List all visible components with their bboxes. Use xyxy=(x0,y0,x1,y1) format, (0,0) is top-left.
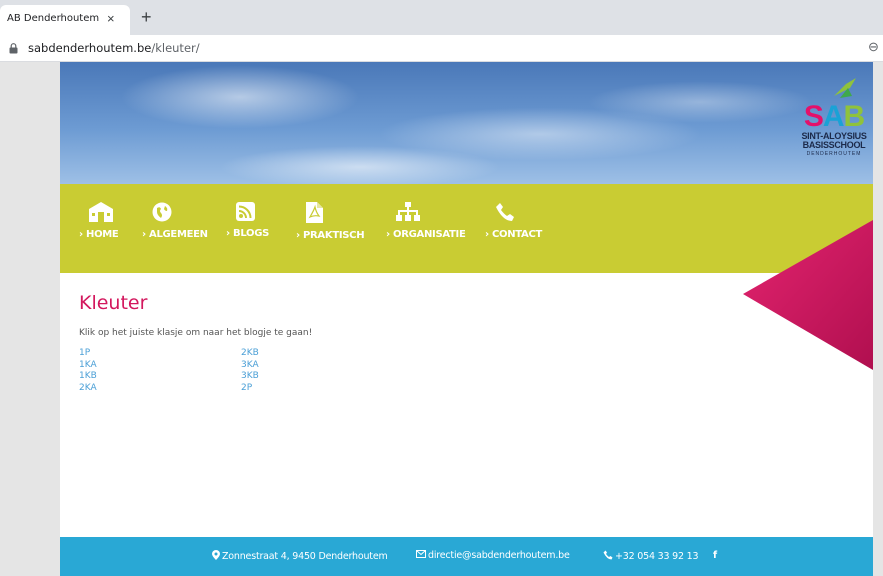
class-link-1kb[interactable]: 1KB xyxy=(79,371,97,383)
footer-email[interactable]: directie@sabdenderhoutem.be xyxy=(416,550,570,561)
sitemap-icon xyxy=(396,202,420,221)
page-title: Kleuter xyxy=(79,292,148,314)
intro-text: Klik op het juiste klasje om naar het bl… xyxy=(79,328,313,338)
footer-email-text: directie@sabdenderhoutem.be xyxy=(428,550,570,561)
logo-letter-a: A xyxy=(822,100,845,133)
school-logo[interactable]: SAB SINT-ALOYSIUS BASISSCHOOL DENDERHOUT… xyxy=(798,76,870,180)
footer-address[interactable]: Zonnestraat 4, 9450 Denderhoutem xyxy=(212,550,388,562)
zoom-icon[interactable]: ⊖ xyxy=(868,39,879,55)
class-link-3ka[interactable]: 3KA xyxy=(241,360,259,372)
class-links-column-1: 1P 1KA 1KB 2KA xyxy=(79,348,97,394)
logo-letter-b: B xyxy=(843,100,866,133)
address-bar[interactable]: sabdenderhoutem.be/kleuter/ ⊖ xyxy=(0,35,883,62)
nav-item-algemeen[interactable]: › ALGEMEEN xyxy=(142,202,208,240)
phone-icon xyxy=(603,550,613,560)
footer-phone-text: +32 054 33 92 13 xyxy=(615,551,699,562)
tab-close-icon[interactable]: × xyxy=(107,11,115,26)
url-host: sabdenderhoutem.be xyxy=(28,41,152,55)
nav-label-organisatie: › ORGANISATIE xyxy=(386,229,466,240)
logo-letters: SAB xyxy=(798,102,870,132)
rss-icon xyxy=(236,202,255,221)
envelope-icon xyxy=(416,550,426,558)
logo-letter-s: S xyxy=(803,100,824,133)
logo-line-3: DENDERHOUTEM xyxy=(806,151,862,157)
class-link-1p[interactable]: 1P xyxy=(79,348,97,360)
class-link-1ka[interactable]: 1KA xyxy=(79,360,97,372)
footer: Zonnestraat 4, 9450 Denderhoutem directi… xyxy=(60,537,873,576)
pink-triangle-decoration xyxy=(743,220,873,370)
web-page: SAB SINT-ALOYSIUS BASISSCHOOL DENDERHOUT… xyxy=(60,62,873,576)
class-link-2kb[interactable]: 2KB xyxy=(241,348,259,360)
nav-item-contact[interactable]: › CONTACT xyxy=(485,202,542,240)
nav-label-blogs: › BLOGS xyxy=(226,228,270,239)
hero-sky-banner: SAB SINT-ALOYSIUS BASISSCHOOL DENDERHOUT… xyxy=(60,62,873,184)
map-marker-icon xyxy=(212,550,220,560)
nav-label-home: › HOME xyxy=(79,229,119,240)
new-tab-icon[interactable]: + xyxy=(141,7,152,28)
globe-icon xyxy=(152,202,172,222)
footer-phone[interactable]: +32 054 33 92 13 xyxy=(603,550,699,562)
url-text[interactable]: sabdenderhoutem.be/kleuter/ xyxy=(28,41,200,55)
class-link-2p[interactable]: 2P xyxy=(241,383,259,395)
nav-item-organisatie[interactable]: › ORGANISATIE xyxy=(386,202,466,240)
url-path: /kleuter/ xyxy=(151,41,200,55)
facebook-icon[interactable]: f xyxy=(713,550,717,561)
nav-item-praktisch[interactable]: › PRAKTISCH xyxy=(296,202,365,241)
nav-label-contact: › CONTACT xyxy=(485,229,543,240)
class-link-3kb[interactable]: 3KB xyxy=(241,371,259,383)
browser-tab[interactable]: AB Denderhoutem × xyxy=(0,5,130,35)
nav-label-algemeen: › ALGEMEEN xyxy=(142,229,208,240)
tab-title: AB Denderhoutem xyxy=(7,13,100,24)
class-link-2ka[interactable]: 2KA xyxy=(79,383,97,395)
class-links-column-2: 2KB 3KA 3KB 2P xyxy=(241,348,259,394)
pdf-icon xyxy=(306,202,323,223)
footer-address-text: Zonnestraat 4, 9450 Denderhoutem xyxy=(222,551,388,562)
browser-tab-bar: AB Denderhoutem × + xyxy=(0,0,883,35)
phone-icon xyxy=(496,203,514,221)
nav-item-home[interactable]: › HOME xyxy=(79,202,119,240)
nav-label-praktisch: › PRAKTISCH xyxy=(296,230,365,241)
nav-item-blogs[interactable]: › BLOGS xyxy=(226,202,269,239)
lock-icon[interactable] xyxy=(9,41,18,59)
logo-line-2: BASISSCHOOL xyxy=(802,140,866,150)
school-icon xyxy=(89,202,113,222)
bird-logo-icon xyxy=(834,78,856,98)
